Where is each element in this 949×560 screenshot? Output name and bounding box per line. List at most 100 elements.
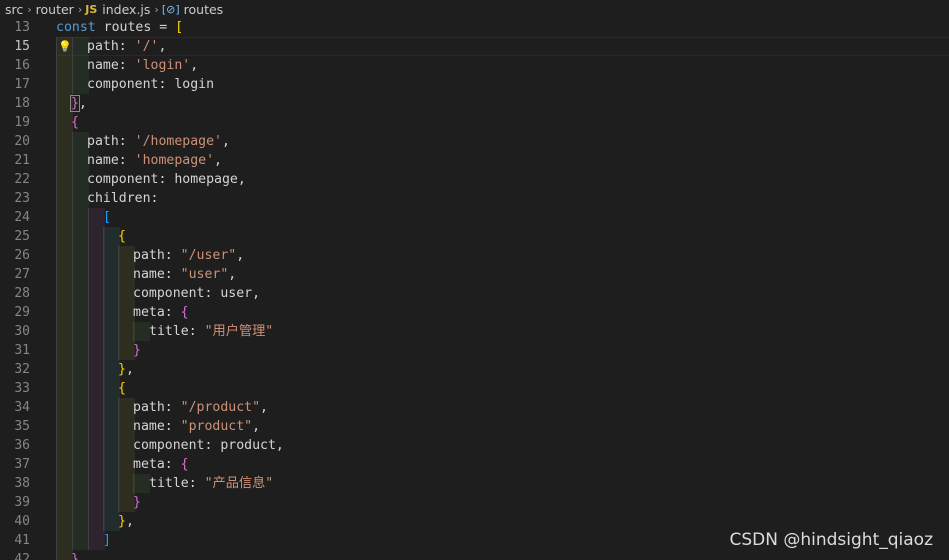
code-text[interactable]: } xyxy=(133,341,141,360)
line-number: 35 xyxy=(14,419,30,434)
code-line[interactable]: 17 component: login xyxy=(0,75,949,94)
indent-guide xyxy=(56,455,73,474)
breadcrumb: src › router › JS index.js › [⊘] routes xyxy=(0,0,949,18)
code-text[interactable]: }, xyxy=(71,550,87,560)
code-text[interactable]: component: homepage, xyxy=(87,170,246,189)
code-line[interactable]: 20 path: '/homepage', xyxy=(0,132,949,151)
code-text[interactable]: name: "user", xyxy=(133,265,236,284)
code-line[interactable]: 28 component: user, xyxy=(0,284,949,303)
code-line[interactable]: 25 { xyxy=(0,227,949,246)
code-line[interactable]: 22 component: homepage, xyxy=(0,170,949,189)
indent-guide xyxy=(56,284,73,303)
code-text[interactable]: name: 'homepage', xyxy=(87,151,222,170)
indent-guide xyxy=(72,265,89,284)
indent-guide xyxy=(72,398,89,417)
code-line[interactable]: 18}, xyxy=(0,94,949,113)
code-text[interactable]: title: "用户管理" xyxy=(149,322,273,341)
code-line[interactable]: 27 name: "user", xyxy=(0,265,949,284)
code-line[interactable]: 39} xyxy=(0,493,949,512)
line-number: 17 xyxy=(14,77,30,92)
code-line[interactable]: 19 { xyxy=(0,113,949,132)
code-area[interactable]: 13 const routes = [15 path: '/', 💡 16 name: '… xyxy=(0,18,949,560)
line-number: 39 xyxy=(14,495,30,510)
indent-guide xyxy=(56,322,73,341)
code-text[interactable]: meta: { xyxy=(133,303,189,322)
code-line[interactable]: 13 const routes = [ xyxy=(0,18,949,37)
line-number: 34 xyxy=(14,400,30,415)
code-text[interactable]: [ xyxy=(103,208,111,227)
indent-guide xyxy=(72,455,89,474)
indent-guide xyxy=(56,474,73,493)
code-line[interactable]: 21 name: 'homepage', xyxy=(0,151,949,170)
code-text[interactable]: }, xyxy=(118,360,134,379)
code-text[interactable]: title: "产品信息" xyxy=(149,474,273,493)
line-number: 31 xyxy=(14,343,30,358)
indent-guide xyxy=(56,75,73,94)
code-line[interactable]: 16 name: 'login', xyxy=(0,56,949,75)
line-number: 27 xyxy=(14,267,30,282)
line-number: 32 xyxy=(14,362,30,377)
line-number: 25 xyxy=(14,229,30,244)
lightbulb-icon[interactable]: 💡 xyxy=(58,38,72,54)
line-number: 38 xyxy=(14,476,30,491)
code-text[interactable]: path: "/user", xyxy=(133,246,244,265)
code-line[interactable]: 29 meta: { xyxy=(0,303,949,322)
code-line[interactable]: 30 title: "用户管理" xyxy=(0,322,949,341)
indent-guide xyxy=(56,246,73,265)
breadcrumb-index-js[interactable]: index.js xyxy=(101,2,151,17)
code-text[interactable]: name: "product", xyxy=(133,417,260,436)
javascript-file-icon: JS xyxy=(85,2,98,16)
line-number: 33 xyxy=(14,381,30,396)
code-line[interactable]: 37 meta: { xyxy=(0,455,949,474)
code-line[interactable]: 34 path: "/product", xyxy=(0,398,949,417)
code-text[interactable]: component: login xyxy=(87,75,214,94)
watermark: CSDN @hindsight_qiaoz xyxy=(729,530,933,550)
code-text[interactable]: } xyxy=(133,493,141,512)
line-number: 19 xyxy=(14,115,30,130)
indent-guide xyxy=(72,531,89,550)
code-text[interactable]: path: '/homepage', xyxy=(87,132,230,151)
code-line[interactable]: 24 [ xyxy=(0,208,949,227)
chevron-right-icon: › xyxy=(154,2,159,16)
code-text[interactable]: { xyxy=(118,379,126,398)
code-text[interactable]: const routes = [ xyxy=(56,18,183,37)
code-text[interactable]: { xyxy=(71,113,79,132)
indent-guide xyxy=(133,322,150,341)
code-text[interactable]: { xyxy=(118,227,126,246)
code-line[interactable]: 32}, xyxy=(0,360,949,379)
breadcrumb-routes[interactable]: routes xyxy=(183,2,225,17)
code-line[interactable]: 38 title: "产品信息" xyxy=(0,474,949,493)
indent-guide xyxy=(72,322,89,341)
code-line[interactable]: 26 path: "/user", xyxy=(0,246,949,265)
code-text[interactable]: children: xyxy=(87,189,158,208)
code-text[interactable]: }, xyxy=(70,94,87,113)
line-number: 41 xyxy=(14,533,30,548)
code-line[interactable]: 35 name: "product", xyxy=(0,417,949,436)
code-line[interactable]: 40}, xyxy=(0,512,949,531)
line-number: 28 xyxy=(14,286,30,301)
code-text[interactable]: }, xyxy=(118,512,134,531)
breadcrumb-src[interactable]: src xyxy=(4,2,24,17)
code-line[interactable]: 36 component: product, xyxy=(0,436,949,455)
chevron-right-icon: › xyxy=(77,2,83,16)
line-number: 40 xyxy=(14,514,30,529)
code-line[interactable]: 15 path: '/', 💡 xyxy=(0,37,949,56)
indent-guide xyxy=(56,360,73,379)
indent-guide xyxy=(56,436,73,455)
code-text[interactable]: meta: { xyxy=(133,455,189,474)
indent-guide xyxy=(72,360,89,379)
code-text[interactable]: name: 'login', xyxy=(87,56,198,75)
code-line[interactable]: 33 { xyxy=(0,379,949,398)
breadcrumb-router[interactable]: router xyxy=(35,2,75,17)
code-editor[interactable]: src › router › JS index.js › [⊘] routes … xyxy=(0,0,949,560)
code-text[interactable]: component: user, xyxy=(133,284,260,303)
code-line[interactable]: 42}, xyxy=(0,550,949,560)
code-line[interactable]: 23 children: xyxy=(0,189,949,208)
indent-guide xyxy=(56,531,73,550)
line-number: 26 xyxy=(14,248,30,263)
code-text[interactable]: path: '/', xyxy=(87,37,166,56)
code-text[interactable]: component: product, xyxy=(133,436,284,455)
code-line[interactable]: 31} xyxy=(0,341,949,360)
code-text[interactable]: ] xyxy=(103,531,111,550)
code-text[interactable]: path: "/product", xyxy=(133,398,268,417)
